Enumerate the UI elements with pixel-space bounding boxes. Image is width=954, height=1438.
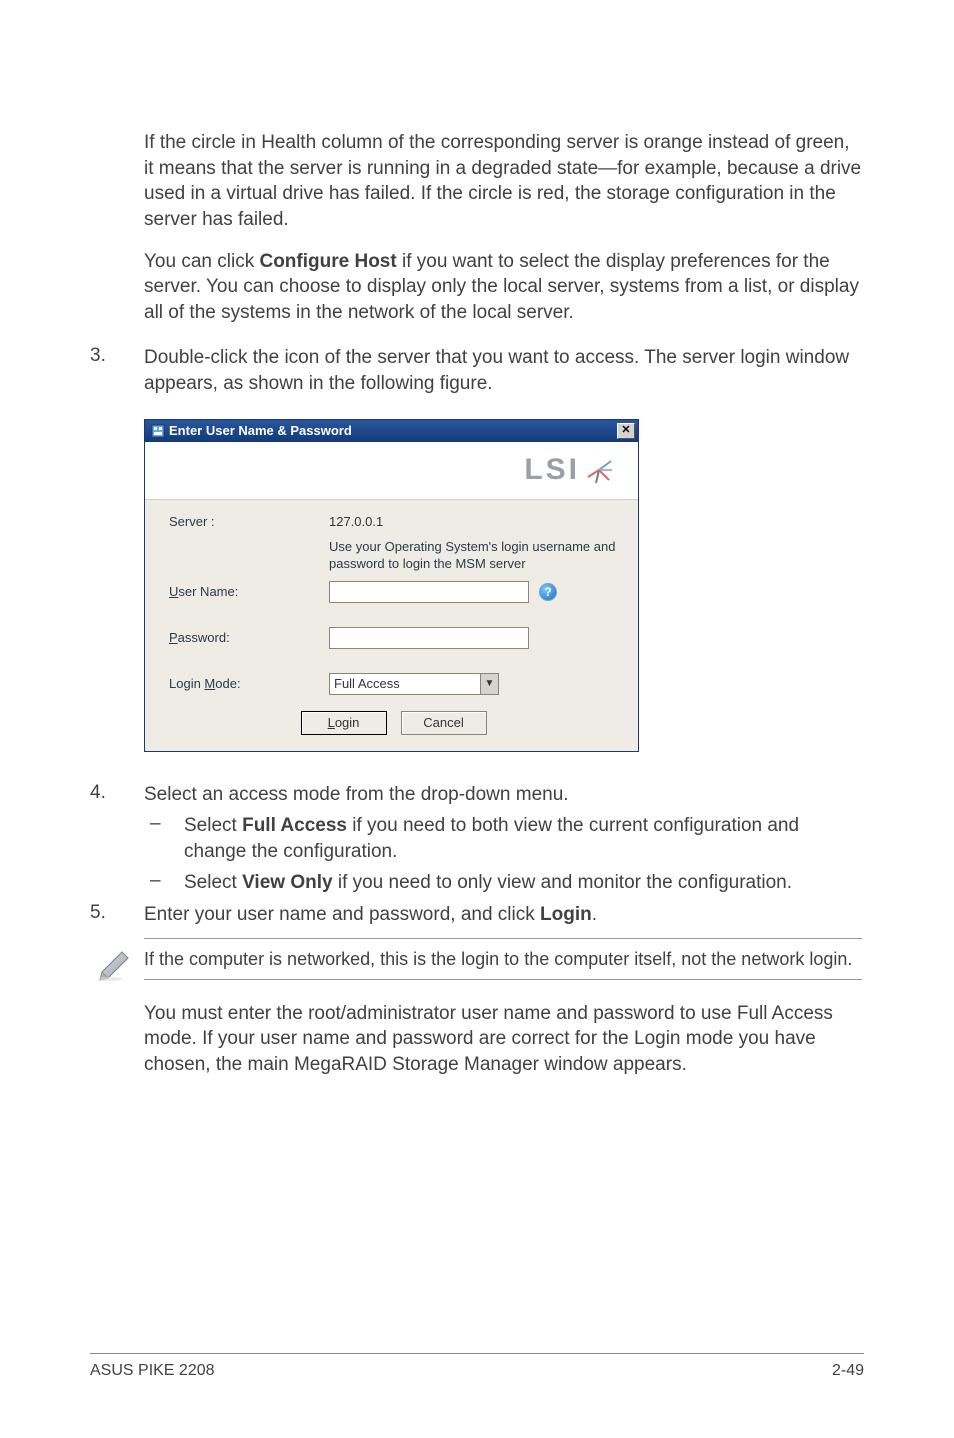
lsi-burst-icon bbox=[584, 455, 614, 485]
step-3: 3. Double-click the icon of the server t… bbox=[90, 345, 864, 396]
login-mode-label: Login Mode: bbox=[169, 676, 329, 691]
text: Enter your user name and password, and c… bbox=[144, 904, 540, 925]
lsi-logo-text: LSI bbox=[524, 453, 580, 487]
page-footer: ASUS PIKE 2208 2-49 bbox=[90, 1353, 864, 1380]
app-icon bbox=[151, 424, 165, 438]
text: if you need to only view and monitor the… bbox=[333, 872, 792, 893]
step-number: 4. bbox=[90, 782, 144, 808]
step-4: 4. Select an access mode from the drop-d… bbox=[90, 782, 864, 808]
cancel-button[interactable]: Cancel bbox=[401, 711, 487, 735]
text: ode: bbox=[215, 676, 240, 691]
close-button[interactable]: ✕ bbox=[617, 423, 635, 439]
paragraph-root-access: You must enter the root/administrator us… bbox=[144, 1001, 864, 1078]
text: You can click bbox=[144, 251, 259, 272]
step-5: 5. Enter your user name and password, an… bbox=[90, 902, 864, 928]
password-label: Password: bbox=[169, 630, 329, 645]
paragraph-health: If the circle in Health column of the co… bbox=[144, 130, 864, 233]
step-number: 5. bbox=[90, 902, 144, 928]
logo-row: LSI bbox=[145, 442, 638, 500]
paragraph-configure-host: You can click Configure Host if you want… bbox=[144, 249, 864, 326]
dialog-titlebar: Enter User Name & Password ✕ bbox=[145, 420, 638, 442]
m-mnemonic: M bbox=[204, 676, 215, 691]
text: assword: bbox=[178, 630, 230, 645]
password-row: Password: bbox=[169, 627, 618, 649]
step-text: Enter your user name and password, and c… bbox=[144, 902, 864, 928]
view-only-label: View Only bbox=[242, 872, 332, 893]
footer-right: 2-49 bbox=[832, 1362, 864, 1380]
password-input[interactable] bbox=[329, 627, 529, 649]
dialog-title: Enter User Name & Password bbox=[169, 423, 617, 438]
step-text: Double-click the icon of the server that… bbox=[144, 345, 864, 396]
text: Select bbox=[184, 872, 242, 893]
lsi-logo: LSI bbox=[524, 453, 614, 487]
login-mode-value: Full Access bbox=[334, 676, 400, 691]
login-mode-select[interactable]: Full Access ▼ bbox=[329, 673, 499, 695]
step-text: Select an access mode from the drop-down… bbox=[144, 782, 864, 808]
text: Select bbox=[184, 815, 242, 836]
username-row: User Name: ? bbox=[169, 581, 618, 603]
text: ogin bbox=[335, 715, 360, 730]
help-icon[interactable]: ? bbox=[539, 583, 557, 601]
username-label: User Name: bbox=[169, 584, 329, 599]
chevron-down-icon: ▼ bbox=[480, 674, 498, 694]
text: ser Name: bbox=[178, 584, 238, 599]
server-row: Server : 127.0.0.1 bbox=[169, 514, 618, 529]
bullet-view-only: – Select View Only if you need to only v… bbox=[144, 870, 864, 896]
username-input[interactable] bbox=[329, 581, 529, 603]
bullet-dash: – bbox=[144, 813, 184, 864]
server-label: Server : bbox=[169, 514, 329, 529]
footer-left: ASUS PIKE 2208 bbox=[90, 1362, 215, 1380]
full-access-label: Full Access bbox=[242, 815, 347, 836]
login-mode-row: Login Mode: Full Access ▼ bbox=[169, 673, 618, 695]
step-number: 3. bbox=[90, 345, 144, 396]
text: Login bbox=[169, 676, 204, 691]
note: If the computer is networked, this is th… bbox=[90, 938, 864, 987]
l-mnemonic: L bbox=[328, 715, 335, 730]
configure-host-label: Configure Host bbox=[259, 251, 396, 272]
text: . bbox=[592, 904, 597, 925]
bullet-full-access: – Select Full Access if you need to both… bbox=[144, 813, 864, 864]
pencil-icon bbox=[90, 938, 144, 987]
login-hint: Use your Operating System's login userna… bbox=[329, 539, 618, 573]
login-dialog: Enter User Name & Password ✕ LSI bbox=[144, 419, 639, 752]
bullet-dash: – bbox=[144, 870, 184, 896]
server-value: 127.0.0.1 bbox=[329, 514, 383, 529]
u-mnemonic: U bbox=[169, 584, 178, 599]
note-text: If the computer is networked, this is th… bbox=[144, 938, 862, 980]
login-button[interactable]: Login bbox=[301, 711, 387, 735]
p-mnemonic: P bbox=[169, 630, 178, 645]
login-label: Login bbox=[540, 904, 592, 925]
